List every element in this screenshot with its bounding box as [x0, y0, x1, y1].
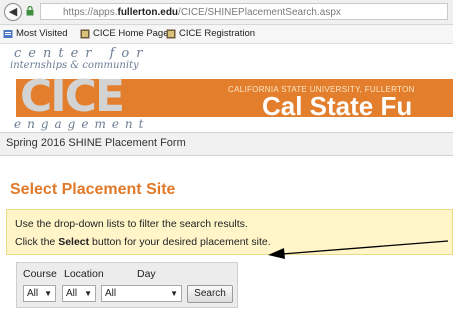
browser-toolbar: ◀ https://apps.fullerton.edu/CICE/SHINEP… [0, 0, 453, 25]
banner-tagline-middle: internships & community [10, 60, 139, 71]
back-arrow-icon[interactable]: ◀ [4, 3, 22, 21]
bookmark-most-visited[interactable]: Most Visited [3, 25, 68, 43]
address-bar[interactable]: https://apps.fullerton.edu/CICE/SHINEPla… [40, 3, 448, 20]
day-label: Day [137, 268, 156, 280]
chevron-down-icon: ▼ [44, 289, 52, 298]
chevron-down-icon: ▼ [84, 289, 92, 298]
banner-tagline-top: center for [14, 46, 150, 61]
notice-line-1: Use the drop-down lists to filter the se… [15, 218, 248, 230]
bookmarks-bar: Most Visited CICE Home Page CICE Registr… [0, 25, 453, 44]
location-label: Location [64, 268, 104, 280]
search-button[interactable]: Search [187, 285, 233, 303]
form-title-bar: Spring 2016 SHINE Placement Form [0, 132, 453, 156]
course-select[interactable]: All ▼ [23, 285, 56, 302]
bookmark-cice-registration[interactable]: CICE Registration [166, 25, 255, 43]
bookmarks-icon [3, 30, 13, 38]
bookmark-label: CICE Registration [179, 28, 256, 39]
site-banner: center for internships & community CICE … [0, 44, 453, 131]
day-value: All [105, 288, 117, 299]
cice-logo: CICE [20, 71, 125, 122]
notice-line-2: Click the Select button for your desired… [15, 236, 271, 248]
location-value: All [66, 288, 78, 299]
location-select[interactable]: All ▼ [62, 285, 96, 302]
page-icon [80, 29, 90, 39]
page-title: Select Placement Site [10, 181, 176, 198]
notice-select-bold: Select [58, 236, 90, 248]
course-value: All [27, 288, 39, 299]
banner-tagline-bottom: engagement [14, 117, 150, 131]
instructions-notice: Use the drop-down lists to filter the se… [6, 209, 453, 255]
lock-icon [26, 6, 34, 16]
filter-panel: Course Location Day All ▼ All ▼ All ▼ Searc… [16, 262, 238, 308]
bookmark-cice-home[interactable]: CICE Home Page [80, 25, 169, 43]
url-path: /CICE/SHINEPlacementSearch.aspx [178, 7, 341, 18]
page-icon [166, 29, 176, 39]
day-select[interactable]: All ▼ [101, 285, 182, 302]
url-domain: fullerton.edu [117, 7, 179, 18]
notice-text: button for your desired placement site. [89, 236, 271, 248]
bookmark-label: Most Visited [16, 28, 68, 39]
bookmark-label: CICE Home Page [93, 28, 169, 39]
course-label: Course [23, 268, 57, 280]
form-title: Spring 2016 SHINE Placement Form [6, 137, 186, 149]
chevron-down-icon: ▼ [170, 289, 178, 298]
notice-text: Click the [15, 236, 59, 248]
url-prefix: https://apps. [63, 7, 118, 18]
cal-state-wordmark: Cal State Fu [262, 91, 413, 121]
